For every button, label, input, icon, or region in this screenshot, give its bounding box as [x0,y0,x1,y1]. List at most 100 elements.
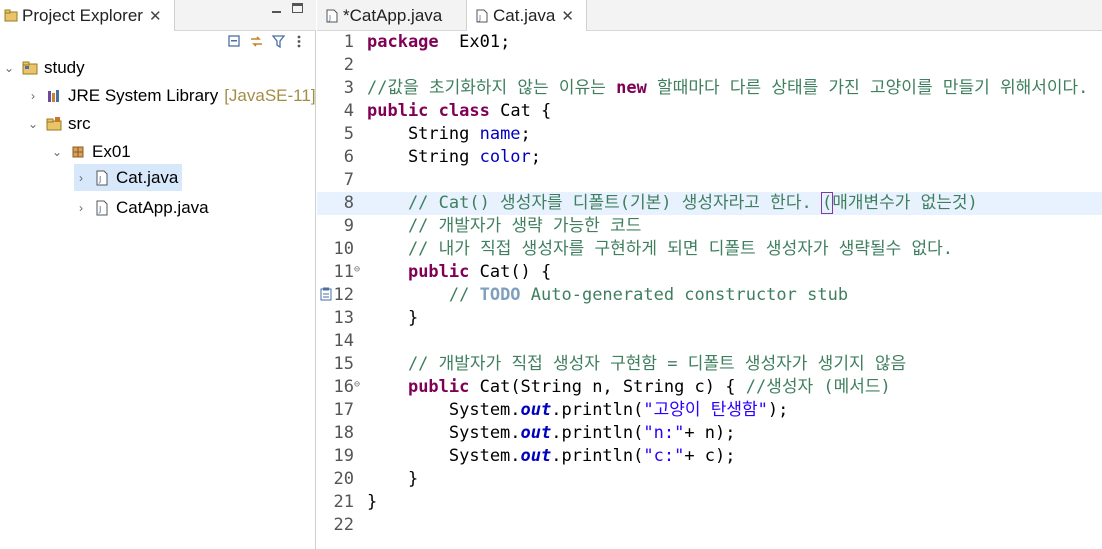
code-area[interactable]: 1 package Ex01; 2 3 //값을 초기화하지 않는 이유는 new 할때… [317,31,1102,549]
code-token: ( [820,192,834,214]
code-token: new [616,78,647,98]
tab-cat-java[interactable]: J Cat.java ✕ [467,0,587,31]
line-number: 10 [333,239,354,259]
code-line[interactable]: 22 [317,514,1102,537]
line-number: 22 [333,515,354,535]
tree-item-study[interactable]: ⌄ study [2,56,85,80]
code-text: // TODO Auto-generated constructor stub [367,284,848,307]
svg-text:J: J [98,175,101,184]
close-icon[interactable]: ✕ [561,7,574,25]
explorer-tab-bar: Project Explorer ✕ [0,0,316,31]
code-line[interactable]: 13 } [317,307,1102,330]
line-number: 6 [343,147,354,167]
tree-item-label: JRE System Library [68,86,219,105]
code-text: public class Cat { [367,100,551,123]
filter-icon[interactable] [271,34,286,49]
line-number: 11 [333,262,354,282]
line-number: 16 [333,377,354,397]
code-token: // Cat() 생성자를 디폴트(기본) 생성자라고 한다. [367,193,822,213]
code-line[interactable]: 8 // Cat() 생성자를 디폴트(기본) 생성자라고 한다. (매개변수가… [317,192,1102,215]
line-number: 3 [343,78,354,98]
code-token: name [479,124,521,144]
code-line[interactable]: 17 System.out.println("고양이 탄생함"); [317,399,1102,422]
code-text: } [367,491,377,514]
code-token: //값을 초기화하지 않는 이유는 [367,78,617,98]
code-line[interactable]: 18 System.out.println("n:"+ n); [317,422,1102,445]
chevron-down-icon[interactable]: ⌄ [2,61,16,75]
chevron-right-icon[interactable]: › [26,89,40,103]
code-line[interactable]: 21} [317,491,1102,514]
line-number: 2 [343,55,354,75]
code-token: public [407,262,470,282]
code-line[interactable]: 19 System.out.println("c:"+ c); [317,445,1102,468]
project-folder-icon [22,61,38,75]
code-token: out [520,446,552,466]
code-line[interactable]: 1 package Ex01; [317,31,1102,54]
tab-project-explorer[interactable]: Project Explorer ✕ [0,0,175,31]
chevron-right-icon[interactable]: › [74,201,88,215]
code-token: } [367,469,419,489]
code-text: String color; [367,146,541,169]
code-line[interactable]: 6 String color; [317,146,1102,169]
code-token: System. [367,423,521,443]
svg-text:J: J [478,14,481,22]
code-line[interactable]: 10 // 내가 직접 생성자를 구현하게 되면 디폴트 생성자가 생략될수 없… [317,238,1102,261]
tree-item-jre-library[interactable]: › JRE System Library [JavaSE-11] [26,84,316,108]
link-with-editor-icon[interactable] [249,34,264,49]
code-line[interactable]: 9 // 개발자가 생략 가능한 코드 [317,215,1102,238]
code-token: "고양이 탄생함" [643,400,768,420]
fold-toggle-icon[interactable]: ⊖ [354,258,360,281]
tree-item-catapp-java[interactable]: › J CatApp.java [74,196,209,220]
code-line[interactable]: 20 } [317,468,1102,491]
code-token: out [520,400,552,420]
java-file-icon: J [96,200,108,216]
chevron-down-icon[interactable]: ⌄ [26,117,40,131]
code-line[interactable]: 3 //값을 초기화하지 않는 이유는 new 할때마다 다른 상태를 가진 고양… [317,77,1102,100]
code-line[interactable]: 16 ⊖ public Cat(String n, String c) { //생… [317,376,1102,399]
chevron-right-icon[interactable]: › [74,171,88,185]
code-text: System.out.println("n:"+ n); [367,422,736,445]
code-text: } [367,468,418,491]
code-line[interactable]: 14 [317,330,1102,353]
fold-toggle-icon[interactable]: ⊖ [354,373,360,396]
code-token: + n); [684,423,736,443]
tree-item-label: Cat.java [116,167,179,187]
code-line[interactable]: 5 String name; [317,123,1102,146]
code-token: System. [367,400,521,420]
minimize-icon[interactable] [272,6,282,16]
tree-item-cat-java[interactable]: › J Cat.java [74,164,182,191]
code-text: // Cat() 생성자를 디폴트(기본) 생성자라고 한다. (매개변수가 없… [367,192,978,215]
code-token: color [479,147,531,167]
tree-item-src[interactable]: ⌄ src [26,112,91,136]
code-text: public Cat(String n, String c) { //생성자 (… [367,376,891,399]
code-token: //생성자 (메서드) [745,377,891,397]
tab-catapp-java[interactable]: J *CatApp.java [317,0,467,31]
tree-item-label: src [68,114,91,133]
code-token: ; [520,124,531,144]
line-number: 7 [343,170,354,190]
collapse-all-icon[interactable] [227,34,242,49]
code-token: .println( [551,423,644,443]
close-icon[interactable]: ✕ [149,7,162,25]
code-line[interactable]: 4 public class Cat { [317,100,1102,123]
code-line[interactable]: 2 [317,54,1102,77]
view-menu-icon[interactable] [295,34,303,49]
code-line[interactable]: 11 ⊖ public Cat() { [317,261,1102,284]
line-number: 9 [343,216,354,236]
explorer-title: Project Explorer [22,5,143,25]
java-editor: J *CatApp.java J Cat.java ✕ 1 package Ex0… [317,0,1102,549]
java-file-icon: J [476,9,488,22]
code-text: } [367,307,418,330]
code-line[interactable]: 7 [317,169,1102,192]
code-line[interactable]: 12 // TODO Auto-generated constructor st… [317,284,1102,307]
maximize-icon[interactable] [292,3,303,13]
tab-label: *CatApp.java [343,5,443,25]
code-token: String [367,124,480,144]
chevron-down-icon[interactable]: ⌄ [50,145,64,159]
code-line[interactable]: 15 // 개발자가 직접 생성자 구현함 = 디폴트 생성자가 생기지 않음 [317,353,1102,376]
code-token: "n:" [643,423,685,443]
code-token: class [438,101,490,121]
code-token: } [367,492,378,512]
task-marker-icon[interactable] [320,287,332,301]
tree-item-ex01[interactable]: ⌄ Ex01 [50,140,131,164]
